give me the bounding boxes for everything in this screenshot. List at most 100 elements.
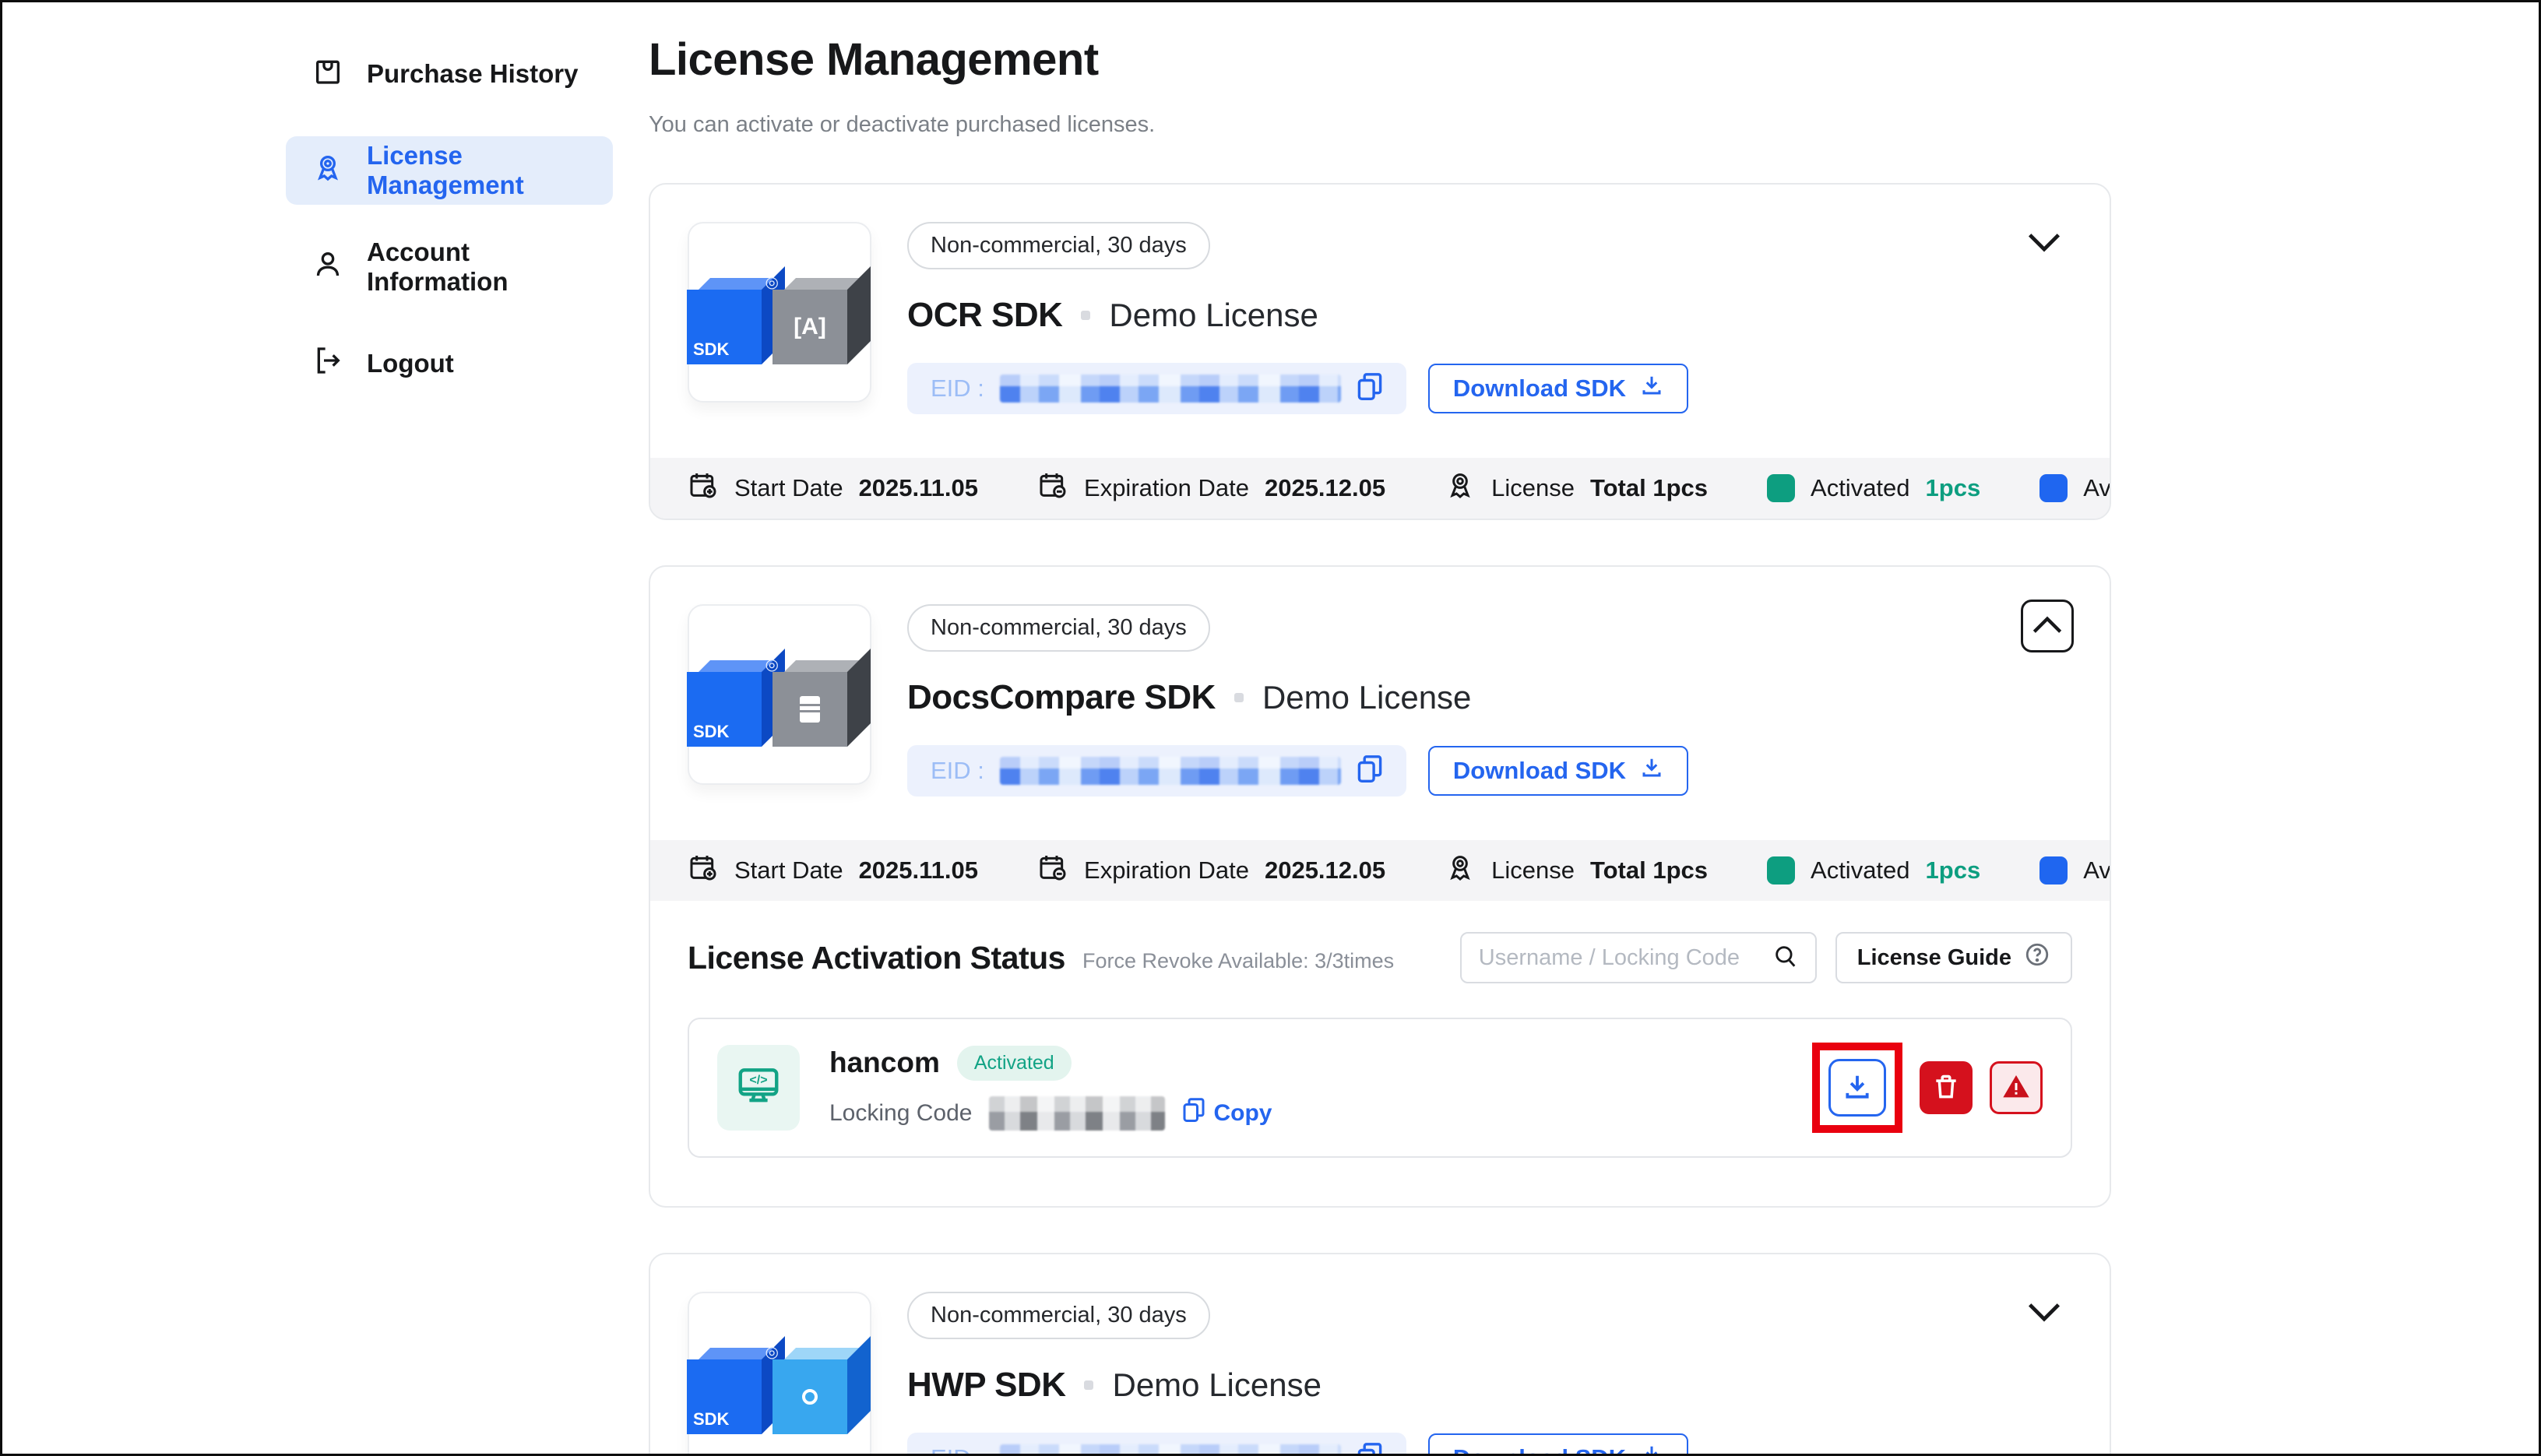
logout-arrow-icon	[312, 345, 343, 382]
product-name: OCR SDK	[907, 296, 1062, 335]
license-total-stat: License Total 1pcs	[1445, 470, 1708, 507]
report-issue-button[interactable]	[1990, 1061, 2043, 1114]
calendar-plus-icon	[688, 470, 719, 507]
ocr-scan-glyph: [A]	[773, 290, 847, 364]
search-icon[interactable]	[1772, 943, 1799, 973]
license-stats-bar: Start Date 2025.11.05 Expiration Date 20…	[650, 840, 2110, 901]
start-date-stat: Start Date 2025.11.05	[688, 470, 978, 507]
card-header: SDK◎ [A] Non-commercial, 30 days OCR SDK…	[650, 185, 2110, 458]
document-glyph	[773, 672, 847, 747]
license-stats-bar: Start Date 2025.11.05 Expiration Date 20…	[650, 458, 2110, 519]
available-color-square	[2039, 474, 2068, 502]
license-card-ocr-sdk: SDK◎ [A] Non-commercial, 30 days OCR SDK…	[649, 183, 2111, 520]
person-icon	[312, 248, 343, 286]
main-content: License Management You can activate or d…	[649, 33, 2111, 1456]
sdk-cubes-illustration: SDK◎	[687, 649, 872, 748]
expiration-date-stat: Expiration Date 2025.12.05	[1037, 470, 1385, 507]
copy-icon[interactable]	[1357, 1442, 1383, 1456]
license-management-page: Purchase History License Management Acco…	[0, 0, 2541, 1456]
calendar-plus-icon	[688, 852, 719, 889]
license-type: Demo License	[1109, 297, 1318, 334]
activation-row: </> hancom Activated Locking Code	[688, 1018, 2072, 1158]
eid-pill: EID :	[907, 363, 1406, 414]
dot-separator	[1084, 1380, 1093, 1390]
download-sdk-button[interactable]: Download SDK	[1428, 364, 1688, 413]
sidebar-item-purchase-history[interactable]: Purchase History	[286, 40, 613, 108]
trash-icon	[1931, 1072, 1961, 1104]
sidebar-item-label: License Management	[367, 141, 586, 200]
sidebar-item-label: Logout	[367, 349, 454, 378]
locking-code-label: Locking Code	[829, 1100, 972, 1127]
monitor-code-icon: </>	[734, 1062, 783, 1114]
download-sdk-button[interactable]: Download SDK	[1428, 746, 1688, 796]
eid-label: EID :	[931, 757, 984, 785]
calendar-minus-icon	[1037, 852, 1068, 889]
dot-separator	[1234, 693, 1244, 702]
activated-color-square	[1767, 474, 1795, 502]
card-header: SDK◎ Non-commercial, 30 days DocsCompare…	[650, 567, 2110, 840]
revoke-license-button[interactable]	[1920, 1061, 1973, 1114]
warning-triangle-icon	[2001, 1071, 2032, 1105]
sdk-cubes-illustration: SDK◎	[687, 1336, 872, 1436]
eid-blurred-value	[1000, 375, 1341, 403]
activation-status-heading: License Activation Status	[688, 940, 1065, 976]
download-license-button[interactable]	[1828, 1059, 1886, 1117]
calendar-minus-icon	[1037, 470, 1068, 507]
expand-card-button[interactable]	[2022, 227, 2066, 260]
card-header: SDK◎ Non-commercial, 30 days HWP SDK Dem…	[650, 1254, 2110, 1456]
shopping-bag-icon	[312, 55, 343, 93]
locking-code-blurred-value	[989, 1096, 1165, 1131]
product-image: SDK◎	[688, 604, 871, 785]
available-stat: Available 0pcs	[2039, 474, 2111, 502]
license-card-hwp-sdk: SDK◎ Non-commercial, 30 days HWP SDK Dem…	[649, 1253, 2111, 1456]
activated-stat: Activated 1pcs	[1767, 856, 1980, 885]
product-name: DocsCompare SDK	[907, 678, 1216, 717]
page-title: License Management	[649, 33, 2111, 86]
license-guide-button[interactable]: License Guide	[1835, 932, 2072, 983]
download-sdk-button[interactable]: Download SDK	[1428, 1433, 1688, 1456]
activated-color-square	[1767, 856, 1795, 885]
question-circle-icon	[2024, 941, 2050, 974]
product-name: HWP SDK	[907, 1366, 1065, 1405]
eid-blurred-value	[1000, 1444, 1341, 1456]
activated-stat: Activated 1pcs	[1767, 474, 1980, 502]
dot-separator	[1081, 311, 1090, 320]
hwp-logo-glyph	[773, 1359, 847, 1434]
download-icon	[1640, 756, 1663, 786]
sidebar-item-label: Account Information	[367, 237, 586, 297]
copy-icon[interactable]	[1357, 372, 1383, 406]
device-tile: </>	[717, 1045, 800, 1131]
activation-username: hancom	[829, 1046, 940, 1079]
red-highlight-annotation	[1812, 1043, 1902, 1133]
license-term-badge: Non-commercial, 30 days	[907, 604, 1210, 652]
activation-search-box	[1460, 932, 1817, 983]
sidebar-item-account-information[interactable]: Account Information	[286, 233, 613, 301]
license-total-stat: License Total 1pcs	[1445, 852, 1708, 889]
start-date-stat: Start Date 2025.11.05	[688, 852, 978, 889]
license-type: Demo License	[1112, 1366, 1321, 1404]
activation-actions	[1812, 1043, 2043, 1133]
sidebar-item-logout[interactable]: Logout	[286, 329, 613, 398]
force-revoke-note: Force Revoke Available: 3/3times	[1082, 949, 1394, 973]
sidebar-item-license-management[interactable]: License Management	[286, 136, 613, 205]
eid-pill: EID :	[907, 745, 1406, 797]
license-term-badge: Non-commercial, 30 days	[907, 1292, 1210, 1339]
svg-text:</>: </>	[749, 1073, 767, 1086]
sidebar-item-label: Purchase History	[367, 59, 578, 89]
download-icon	[1640, 374, 1663, 403]
chevron-down-icon	[2027, 244, 2061, 255]
sidebar: Purchase History License Management Acco…	[286, 40, 613, 398]
chevron-down-icon	[2027, 1314, 2061, 1325]
collapse-card-button[interactable]	[2021, 600, 2074, 652]
search-input[interactable]	[1479, 945, 1772, 971]
license-type: Demo License	[1262, 679, 1471, 716]
expiration-date-stat: Expiration Date 2025.12.05	[1037, 852, 1385, 889]
license-card-docscompare-sdk: SDK◎ Non-commercial, 30 days DocsCompare…	[649, 565, 2111, 1208]
download-icon	[1640, 1444, 1663, 1456]
copy-icon[interactable]	[1357, 754, 1383, 788]
copy-locking-code-button[interactable]: Copy	[1182, 1097, 1272, 1130]
available-color-square	[2039, 856, 2068, 885]
expand-card-button[interactable]	[2022, 1296, 2066, 1330]
sdk-cubes-illustration: SDK◎ [A]	[687, 266, 872, 366]
copy-icon	[1182, 1097, 1205, 1130]
